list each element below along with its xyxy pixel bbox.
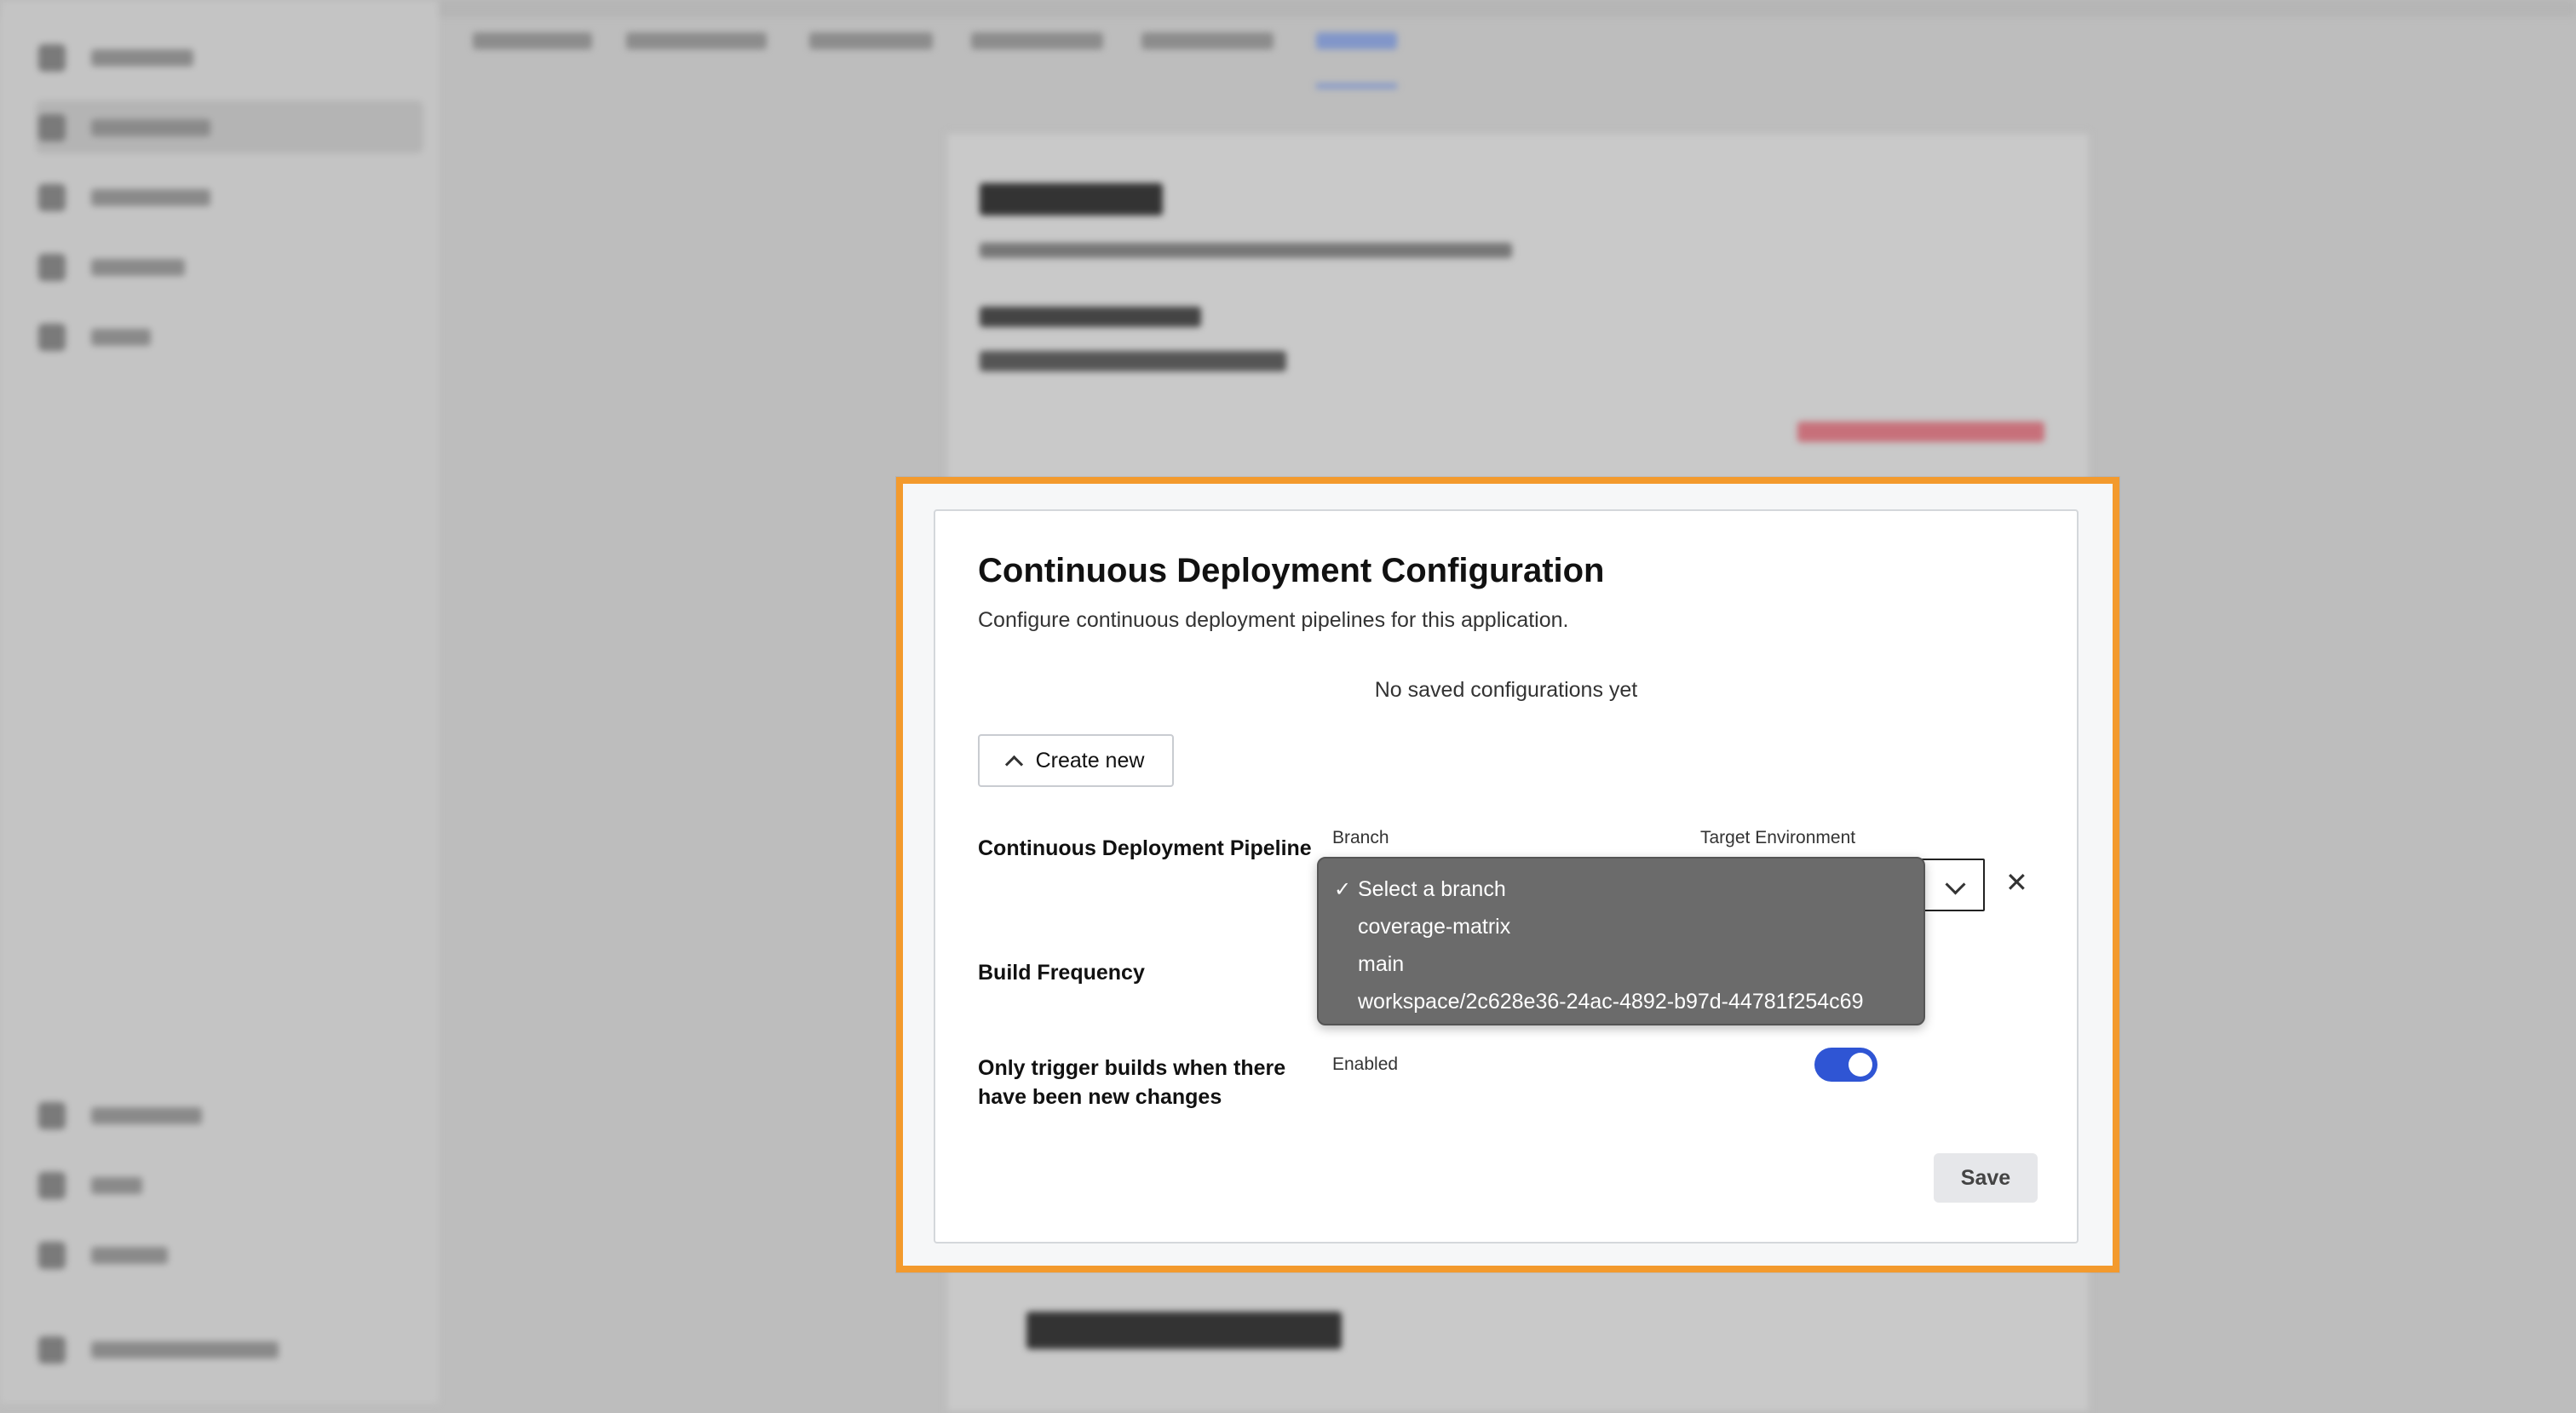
empty-state-text: No saved configurations yet: [1374, 678, 1638, 702]
sidebar-item: [38, 172, 210, 223]
option-label: main: [1358, 951, 1405, 976]
background-card-title: [980, 183, 1163, 215]
branch-label: Branch: [1332, 828, 1389, 847]
sidebar-item: [38, 1230, 168, 1281]
chevron-up-icon: [1004, 755, 1023, 773]
background-sidebar: [0, 0, 439, 1404]
option-label: coverage-matrix: [1358, 914, 1511, 939]
background-tabs: [0, 0, 2576, 102]
background-card-repo: [980, 351, 1286, 371]
dropdown-option-main[interactable]: main: [1319, 945, 1923, 983]
trigger-label: Only trigger builds when there have been…: [978, 1054, 1285, 1112]
dialog-title: Continuous Deployment Configuration: [978, 552, 1605, 589]
sidebar-item: [38, 1160, 142, 1211]
trigger-toggle[interactable]: [1814, 1048, 1877, 1082]
sidebar-item: [38, 1090, 202, 1141]
dialog-subtitle: Configure continuous deployment pipeline…: [978, 608, 1569, 632]
background-card-subtitle: [980, 243, 1512, 258]
pipeline-label: Continuous Deployment Pipeline: [978, 836, 1312, 860]
branch-dropdown-list: ✓ Select a branch coverage-matrix main w…: [1317, 857, 1925, 1025]
sidebar-item: [38, 312, 151, 363]
target-environment-label: Target Environment: [1700, 828, 1856, 847]
sidebar-item: [38, 242, 185, 293]
trigger-label-line2: have been new changes: [978, 1084, 1222, 1109]
dropdown-option-coverage-matrix[interactable]: coverage-matrix: [1319, 908, 1923, 945]
sidebar-item: [38, 1324, 279, 1376]
toggle-knob: [1849, 1053, 1872, 1077]
check-icon: ✓: [1334, 877, 1352, 901]
dropdown-option-select-a-branch[interactable]: ✓ Select a branch: [1319, 870, 1923, 908]
background-card-danger-link: [1797, 422, 2044, 442]
option-label: workspace/2c628e36-24ac-4892-b97d-44781f…: [1358, 989, 1864, 1014]
dropdown-option-workspace[interactable]: workspace/2c628e36-24ac-4892-b97d-44781f…: [1319, 983, 1923, 1020]
background-advanced-settings: [1026, 1312, 1342, 1349]
create-new-label: Create new: [1035, 748, 1145, 773]
chevron-down-icon: [1945, 874, 1966, 895]
sidebar-item: [38, 102, 210, 153]
build-frequency-label: Build Frequency: [978, 961, 1145, 985]
create-new-button[interactable]: Create new: [978, 734, 1174, 787]
background-card-heading: [980, 307, 1201, 327]
close-icon[interactable]: ✕: [2005, 869, 2028, 896]
option-label: Select a branch: [1358, 876, 1506, 901]
trigger-label-line1: Only trigger builds when there: [978, 1056, 1286, 1080]
save-button[interactable]: Save: [1934, 1153, 2038, 1203]
toggle-state-label: Enabled: [1332, 1054, 1399, 1074]
